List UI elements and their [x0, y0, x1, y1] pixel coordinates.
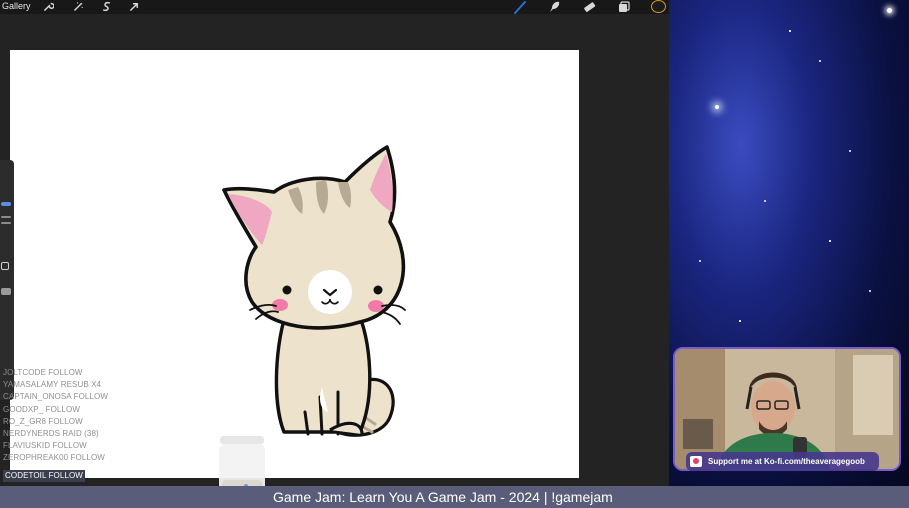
brush-icon[interactable] [513, 0, 527, 14]
event-item: CAPTAIN_ONOSA FOLLOW [3, 392, 108, 402]
magic-wand-icon[interactable] [73, 1, 84, 12]
gallery-button[interactable]: Gallery [2, 0, 31, 12]
transform-icon[interactable] [129, 1, 140, 12]
star [869, 290, 871, 292]
star [739, 320, 741, 322]
star [699, 260, 701, 262]
cat-illustration [222, 145, 406, 437]
star [789, 30, 791, 32]
drawing-app: Gallery JOLTCODE FOLLOW YAMASALAMY RESUB… [0, 0, 669, 504]
kofi-banner[interactable]: Support me at Ko-fi.com/theaveragegoob [686, 452, 879, 471]
color-picker-icon[interactable] [651, 0, 666, 13]
star [819, 60, 821, 62]
event-feed: JOLTCODE FOLLOW YAMASALAMY RESUB X4 CAPT… [3, 367, 108, 483]
event-item-latest: CODETOIL FOLLOW [3, 469, 85, 482]
star [887, 8, 892, 13]
event-item: ZEROPHREAK00 FOLLOW [3, 453, 105, 463]
event-item: GOODXP_ FOLLOW [3, 404, 80, 414]
selection-icon[interactable] [101, 1, 112, 12]
smudge-icon[interactable] [547, 0, 561, 14]
layers-icon[interactable] [617, 0, 631, 14]
wrench-icon[interactable] [43, 1, 54, 12]
opacity-slider[interactable] [1, 288, 11, 295]
brush-size-slider[interactable] [1, 202, 11, 206]
event-item: YAMASALAMY RESUB X4 [3, 380, 102, 390]
stream-layout: { "toolbar": { "gallery_label": "Gallery… [0, 0, 909, 508]
kofi-text: Support me at Ko-fi.com/theaveragegoob [708, 457, 865, 466]
event-item: JOLTCODE FOLLOW [3, 368, 83, 377]
slider-tick [1, 222, 11, 224]
brush-size-sidebar [0, 160, 14, 400]
eraser-icon[interactable] [582, 0, 596, 14]
stream-title: Game Jam: Learn You A Game Jam - 2024 | … [273, 489, 613, 505]
event-item: RO_Z_GR8 FOLLOW [3, 416, 83, 426]
modify-button[interactable] [1, 262, 9, 270]
star [715, 105, 719, 109]
top-toolbar: Gallery [0, 0, 669, 14]
event-item: NERDYNERDS RAID (38) [3, 429, 99, 439]
star [829, 240, 831, 242]
star [849, 150, 851, 152]
heart-icon [693, 458, 699, 464]
event-item: FLAVIUSKID FOLLOW [3, 441, 87, 451]
slider-tick [1, 216, 11, 218]
star [764, 200, 766, 202]
stream-title-bar: Game Jam: Learn You A Game Jam - 2024 | … [0, 486, 909, 508]
